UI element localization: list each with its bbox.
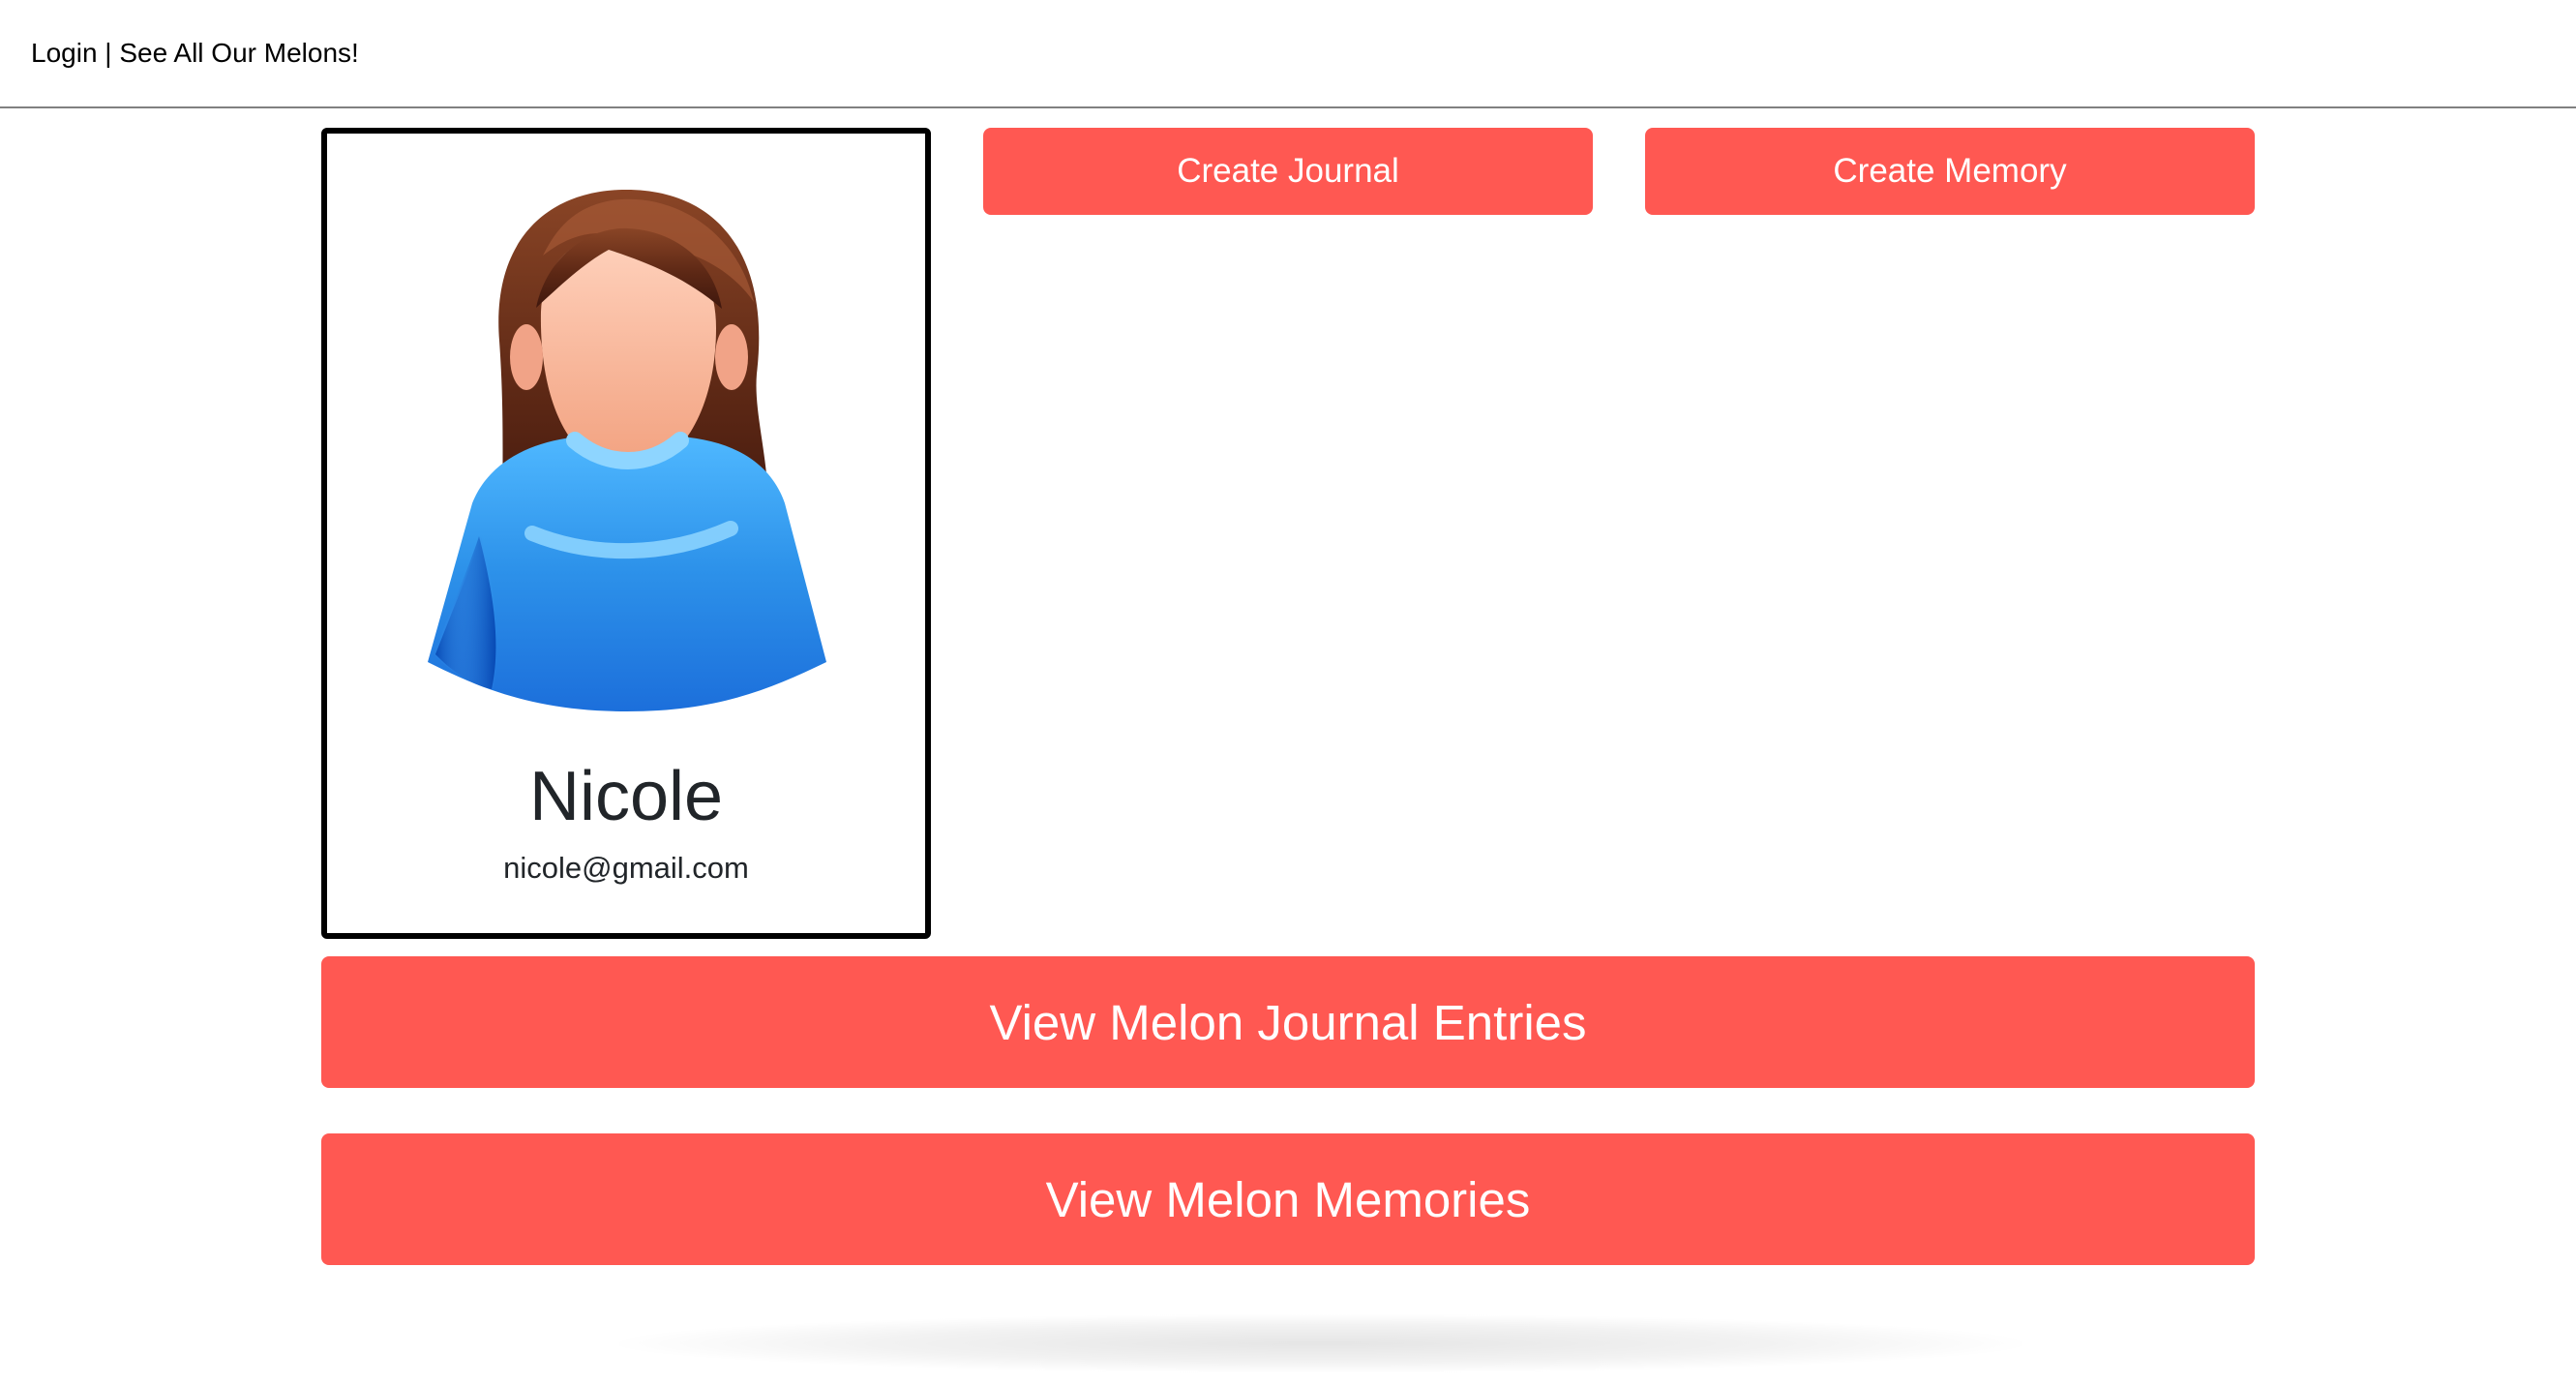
avatar bbox=[428, 189, 826, 711]
top-navigation-bar: Login | See All Our Melons! bbox=[0, 0, 2576, 108]
profile-email: nicole@gmail.com bbox=[503, 851, 749, 885]
view-memories-button[interactable]: View Melon Memories bbox=[321, 1133, 2255, 1265]
left-ear-icon bbox=[510, 324, 543, 390]
right-ear-icon bbox=[715, 324, 748, 390]
top-nav-links[interactable]: Login | See All Our Melons! bbox=[31, 33, 359, 74]
view-journal-entries-button[interactable]: View Melon Journal Entries bbox=[321, 956, 2255, 1088]
bottom-shadow bbox=[619, 1314, 2022, 1373]
profile-name: Nicole bbox=[528, 758, 724, 835]
create-journal-button[interactable]: Create Journal bbox=[983, 128, 1593, 215]
profile-card: Nicole nicole@gmail.com bbox=[321, 128, 931, 939]
create-memory-button[interactable]: Create Memory bbox=[1645, 128, 2255, 215]
top-nav-text[interactable]: Login | See All Our Melons! bbox=[31, 38, 359, 68]
